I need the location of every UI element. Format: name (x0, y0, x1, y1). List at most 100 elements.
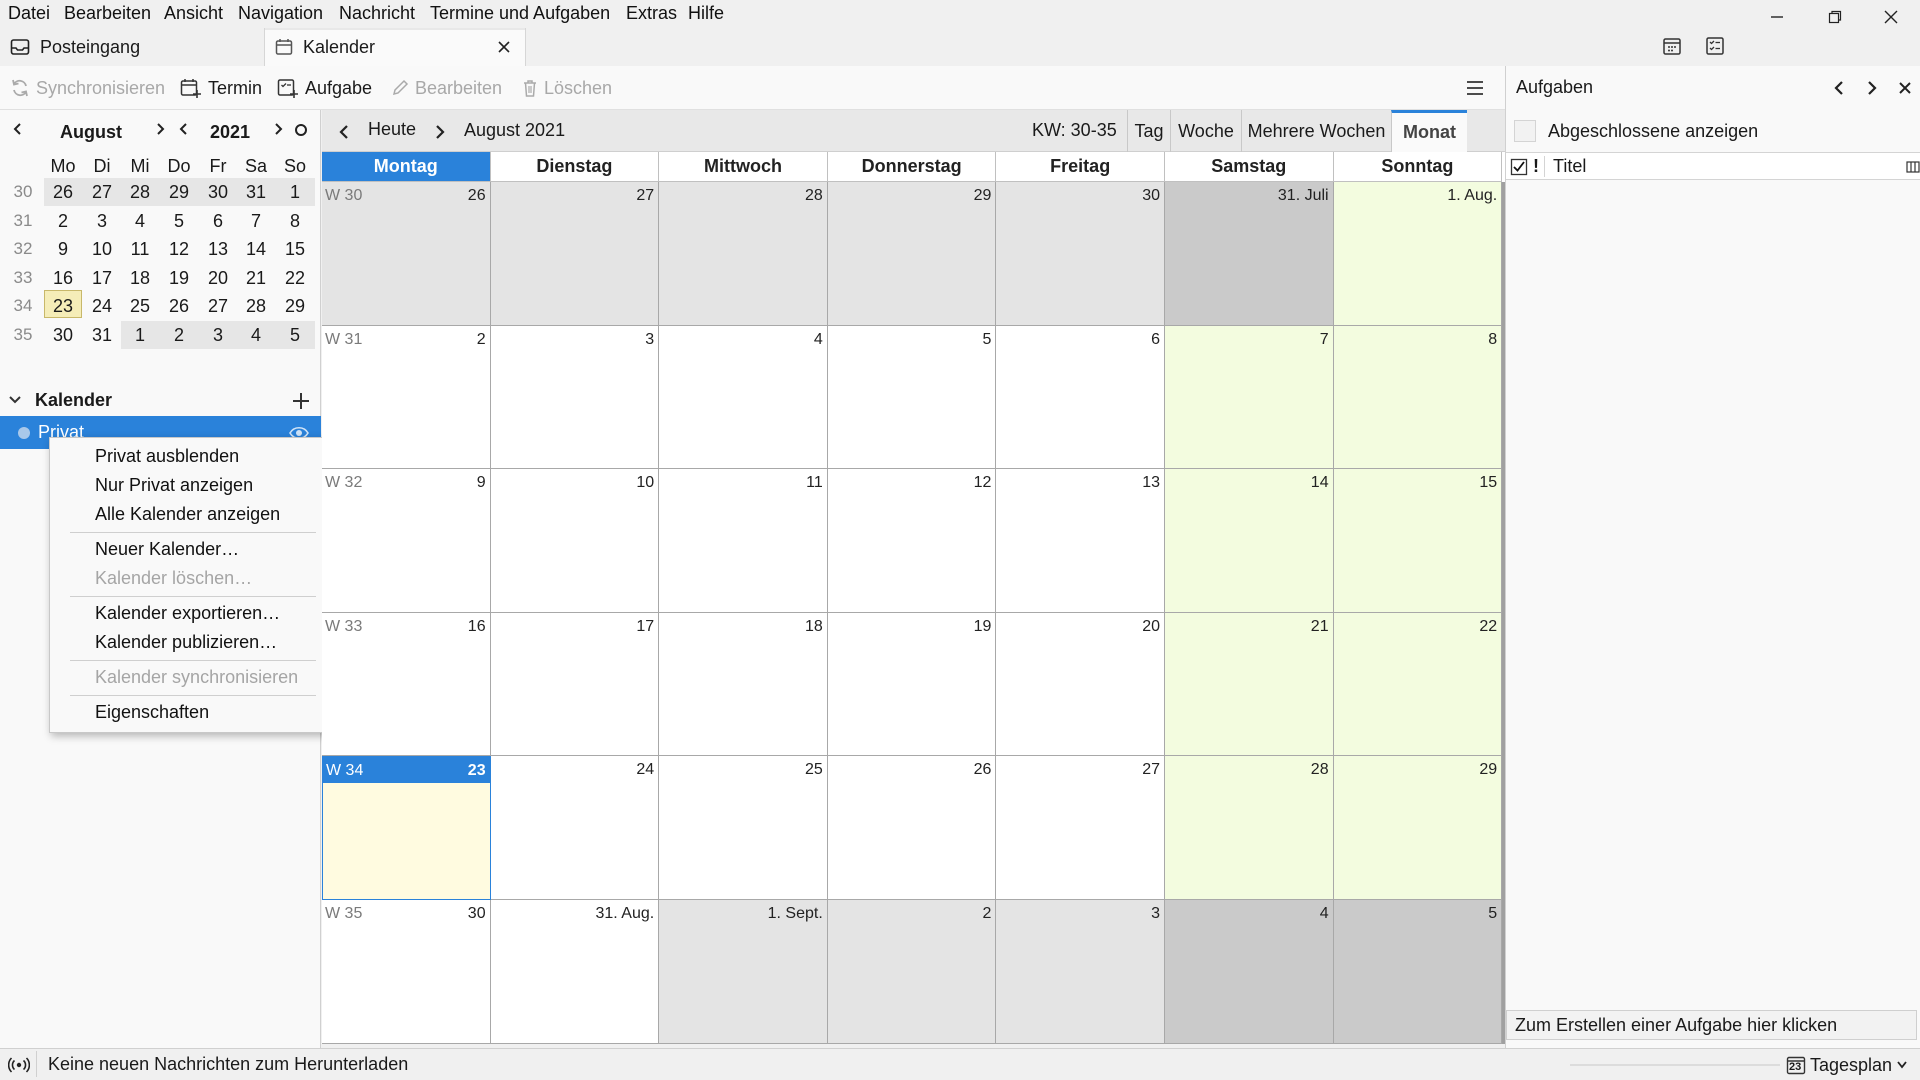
mini-day[interactable]: 4 (121, 207, 159, 235)
mini-day[interactable]: 2 (44, 207, 82, 235)
mini-day[interactable]: 8 (276, 207, 314, 235)
day-cell[interactable]: 28 (659, 182, 828, 326)
mini-day[interactable]: 31 (83, 321, 121, 349)
mini-day[interactable]: 29 (276, 292, 314, 320)
day-cell[interactable]: 29 (1333, 756, 1503, 900)
mini-day[interactable]: 13 (199, 235, 237, 263)
menu-item-hide-privat[interactable]: Privat ausblenden (95, 446, 239, 467)
day-cell[interactable]: 1. Aug. (1333, 182, 1503, 326)
day-cell[interactable]: 14 (1165, 469, 1334, 613)
day-cell[interactable]: W 33 16 (322, 612, 491, 757)
day-cell[interactable]: W 35 30 (322, 900, 491, 1044)
menu-item-synchronize[interactable]: Kalender synchronisieren (95, 667, 298, 688)
day-cell[interactable]: 6 (996, 325, 1165, 470)
menu-item-properties[interactable]: Eigenschaften (95, 702, 209, 723)
mini-day[interactable]: 14 (237, 235, 275, 263)
new-task-button[interactable]: Aufgabe (277, 66, 372, 110)
menu-datei[interactable]: Datei (8, 3, 50, 24)
delete-button[interactable]: Löschen (522, 66, 612, 110)
day-cell[interactable]: 31. Aug. (490, 900, 660, 1044)
day-cell[interactable]: 22 (1333, 612, 1503, 757)
mini-day[interactable]: 18 (121, 264, 159, 292)
mini-day[interactable]: 23 (44, 292, 82, 320)
mini-day[interactable]: 3 (83, 207, 121, 235)
mini-day[interactable]: 30 (44, 321, 82, 349)
day-cell[interactable]: 21 (1165, 612, 1334, 757)
day-cell[interactable]: 26 (827, 756, 997, 900)
column-picker-icon[interactable] (1906, 160, 1920, 174)
mini-day[interactable]: 7 (237, 207, 275, 235)
mini-next-year-button[interactable] (272, 122, 284, 136)
mini-day[interactable]: 22 (276, 264, 314, 292)
online-status-icon[interactable] (8, 1057, 30, 1073)
menu-item-export[interactable]: Kalender exportieren… (95, 603, 280, 624)
close-window-button[interactable] (1878, 4, 1904, 30)
show-completed-checkbox[interactable] (1514, 120, 1536, 142)
edit-button[interactable]: Bearbeiten (391, 66, 502, 110)
mini-day[interactable]: 1 (121, 321, 159, 349)
menu-item-new-calendar[interactable]: Neuer Kalender… (95, 539, 239, 560)
add-calendar-icon[interactable] (291, 391, 311, 411)
quick-add-task-field[interactable]: Zum Erstellen einer Aufgabe hier klicken (1506, 1010, 1917, 1040)
view-week-button[interactable]: Woche (1170, 110, 1241, 152)
mini-day[interactable]: 27 (83, 178, 121, 206)
tasks-pane-icon[interactable] (1705, 36, 1725, 56)
mini-day[interactable]: 17 (83, 264, 121, 292)
close-tab-icon[interactable] (497, 40, 511, 54)
day-cell[interactable]: 5 (827, 325, 997, 470)
mini-day[interactable]: 15 (276, 235, 314, 263)
menu-item-only-privat[interactable]: Nur Privat anzeigen (95, 475, 253, 496)
day-cell[interactable]: 18 (659, 612, 828, 757)
day-cell[interactable]: 20 (996, 612, 1165, 757)
day-cell[interactable]: 12 (827, 469, 997, 613)
mini-prev-year-button[interactable] (178, 122, 190, 136)
collapse-chevron-icon[interactable] (8, 394, 22, 406)
mini-month-label[interactable]: August (60, 122, 122, 143)
close-pane-icon[interactable] (1898, 81, 1912, 95)
mini-day[interactable]: 30 (199, 178, 237, 206)
mini-day[interactable]: 2 (160, 321, 198, 349)
mini-day[interactable]: 9 (44, 235, 82, 263)
tab-posteingang[interactable]: Posteingang (0, 28, 262, 66)
mini-day[interactable]: 6 (199, 207, 237, 235)
day-cell[interactable]: 3 (996, 900, 1165, 1044)
chevron-right-icon[interactable] (1866, 80, 1878, 96)
chevron-left-icon[interactable] (1833, 80, 1845, 96)
mini-day[interactable]: 24 (83, 292, 121, 320)
mini-day[interactable]: 31 (237, 178, 275, 206)
mini-day[interactable]: 19 (160, 264, 198, 292)
mini-day[interactable]: 28 (121, 178, 159, 206)
mini-year-label[interactable]: 2021 (210, 122, 250, 143)
day-cell[interactable]: 31. Juli (1165, 182, 1334, 326)
day-cell[interactable]: W 32 9 (322, 469, 491, 613)
menu-item-delete-calendar[interactable]: Kalender löschen… (95, 568, 252, 589)
mini-day[interactable]: 25 (121, 292, 159, 320)
day-cell[interactable]: 19 (827, 612, 997, 757)
mini-day[interactable]: 4 (237, 321, 275, 349)
mini-day[interactable]: 16 (44, 264, 82, 292)
priority-column-header[interactable]: ! (1533, 156, 1545, 177)
mini-day[interactable]: 10 (83, 235, 121, 263)
view-multiweek-button[interactable]: Mehrere Wochen (1241, 110, 1391, 152)
sync-button[interactable]: Synchronisieren (10, 66, 165, 110)
day-cell[interactable]: 1. Sept. (659, 900, 828, 1044)
minimize-button[interactable] (1764, 4, 1790, 30)
day-cell-today[interactable]: W 34 23 (322, 756, 491, 900)
title-column-header[interactable]: Titel (1553, 156, 1586, 177)
mini-day[interactable]: 3 (199, 321, 237, 349)
menu-extras[interactable]: Extras (626, 3, 677, 24)
day-cell[interactable]: 28 (1165, 756, 1334, 900)
day-cell[interactable]: 29 (827, 182, 997, 326)
day-cell[interactable]: 3 (490, 325, 660, 470)
restore-button[interactable] (1822, 4, 1848, 30)
menu-navigation[interactable]: Navigation (238, 3, 323, 24)
menu-nachricht[interactable]: Nachricht (339, 3, 415, 24)
menu-bearbeiten[interactable]: Bearbeiten (64, 3, 151, 24)
day-cell[interactable]: 2 (827, 900, 997, 1044)
mini-day[interactable]: 5 (160, 207, 198, 235)
day-cell[interactable]: 11 (659, 469, 828, 613)
day-cell[interactable]: 27 (490, 182, 660, 326)
day-cell[interactable]: W 30 26 (322, 182, 491, 326)
day-cell[interactable]: 8 (1333, 325, 1503, 470)
prev-period-icon[interactable] (338, 124, 350, 140)
